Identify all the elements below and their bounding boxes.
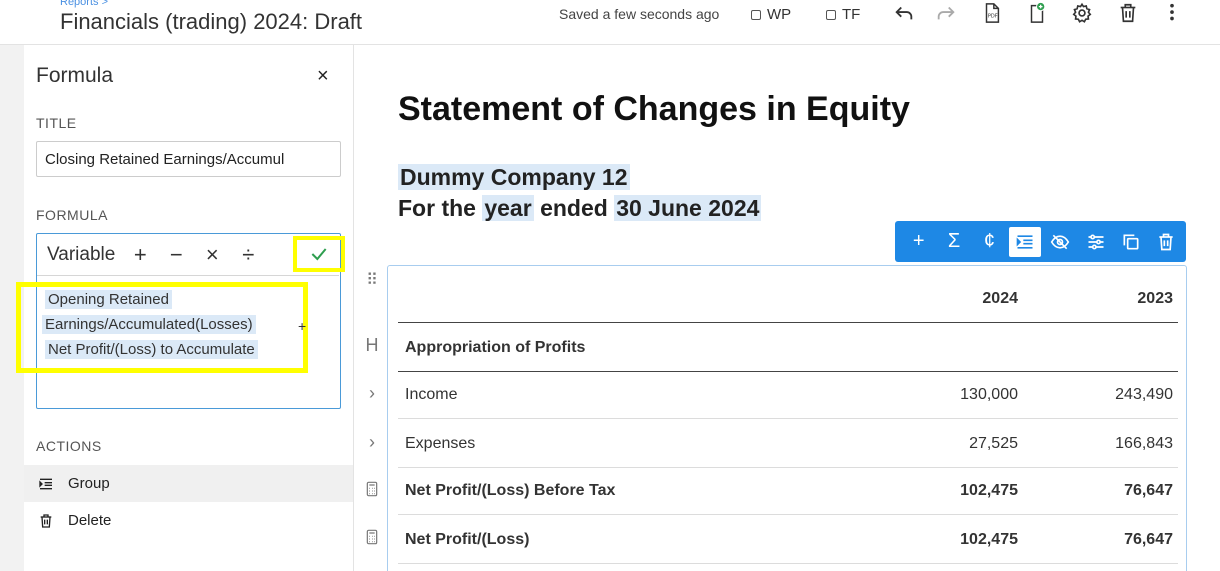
svg-text:PDF: PDF (988, 14, 998, 20)
wp-checkbox[interactable]: WP (751, 6, 791, 23)
pdf-icon[interactable]: PDF (979, 0, 1005, 26)
copy-icon[interactable] (1115, 227, 1146, 257)
row-divider (398, 563, 1178, 564)
row-value-2023: 76,647 (1124, 482, 1173, 499)
indent-icon[interactable] (1009, 226, 1041, 257)
header-divider (398, 322, 1178, 323)
sliders-icon[interactable] (1080, 227, 1111, 257)
undo-icon[interactable] (891, 0, 917, 26)
formula-panel: Formula × TITLE FORMULA Variable + − × ÷… (16, 45, 354, 571)
row-label: Net Profit/(Loss) (405, 531, 530, 548)
row-divider (398, 467, 1178, 468)
wp-checkbox-box[interactable] (751, 9, 761, 20)
title-label: TITLE (36, 115, 77, 131)
trash-icon (40, 513, 52, 528)
actions-label: ACTIONS (36, 438, 102, 454)
calculator-icon[interactable] (362, 481, 382, 502)
period-mid: ended (540, 195, 608, 221)
section-heading-marker[interactable]: H (362, 335, 382, 356)
section-heading: Appropriation of Profits (405, 339, 586, 356)
financial-table: 2024 2023 Appropriation of Profits Incom… (387, 265, 1187, 571)
column-header-2024: 2024 (982, 290, 1018, 307)
row-value-2024: 102,475 (960, 531, 1018, 548)
period-prefix: For the (398, 195, 476, 221)
table-toolbar: + Σ ¢ (895, 221, 1186, 262)
chevron-right-icon[interactable]: › (362, 383, 382, 404)
period-line: For the year ended 30 June 2024 (398, 195, 762, 222)
column-header-2023: 2023 (1137, 290, 1173, 307)
row-value-2023: 243,490 (1115, 386, 1173, 403)
tf-checkbox-box[interactable] (826, 9, 836, 20)
group-action-label: Group (68, 475, 110, 492)
formula-operator: + (298, 318, 307, 334)
delete-action-label: Delete (68, 512, 112, 529)
confirm-button[interactable] (293, 236, 345, 272)
check-icon (311, 248, 327, 261)
row-divider (398, 418, 1178, 419)
row-value-2023: 76,647 (1124, 531, 1173, 548)
trash-icon[interactable] (1115, 0, 1141, 26)
page-title: Financials (trading) 2024: Draft (60, 9, 363, 34)
currency-icon[interactable]: ¢ (974, 227, 1005, 257)
save-status: Saved a few seconds ago (559, 6, 720, 22)
row-value-2024: 27,525 (969, 435, 1018, 452)
row-value-2024: 130,000 (960, 386, 1018, 403)
tf-checkbox[interactable]: TF (826, 6, 860, 23)
company-name-field[interactable]: Dummy Company 12 (398, 164, 630, 190)
variable-button[interactable]: Variable (47, 244, 115, 266)
formula-variable-opening-retained-cont[interactable]: Earnings/Accumulated(Losses) (42, 315, 256, 334)
calculator-icon[interactable] (362, 529, 382, 550)
plus-icon[interactable]: + (903, 227, 934, 257)
more-vertical-icon[interactable] (1159, 0, 1185, 26)
section-divider (398, 371, 1178, 372)
close-icon[interactable]: × (317, 65, 329, 88)
trash-icon[interactable] (1151, 227, 1182, 257)
period-word-field[interactable]: year (482, 195, 534, 221)
row-divider (398, 514, 1178, 515)
indent-icon (39, 478, 52, 489)
multiply-button[interactable]: × (201, 242, 223, 268)
app-header: Reports > Financials (trading) 2024: Dra… (0, 0, 1220, 45)
row-label: Income (405, 386, 458, 403)
panel-title: Formula (36, 64, 114, 87)
divide-button[interactable]: ÷ (237, 242, 259, 268)
tf-checkbox-label: TF (842, 6, 861, 23)
hide-icon[interactable] (1045, 227, 1076, 257)
group-action[interactable]: Group (24, 465, 353, 502)
formula-expression: Opening Retained Earnings/Accumulated(Lo… (16, 282, 308, 373)
wp-checkbox-label: WP (767, 6, 792, 23)
company-name: Dummy Company 12 (398, 164, 630, 191)
row-label: Net Profit/(Loss) Before Tax (405, 482, 616, 499)
breadcrumb[interactable]: Reports > (60, 0, 108, 8)
period-date-field[interactable]: 30 June 2024 (614, 195, 762, 221)
plus-button[interactable]: + (129, 242, 151, 268)
add-document-icon[interactable] (1024, 0, 1050, 26)
delete-action[interactable]: Delete (24, 502, 353, 539)
gear-icon[interactable] (1069, 0, 1095, 26)
formula-variable-opening-retained[interactable]: Opening Retained (45, 290, 172, 309)
row-value-2024: 102,475 (960, 482, 1018, 499)
formula-label: FORMULA (36, 207, 108, 223)
report-title: Statement of Changes in Equity (398, 90, 910, 128)
drag-handle-icon[interactable]: ⠿ (362, 270, 382, 290)
row-label: Expenses (405, 435, 476, 452)
minus-button[interactable]: − (165, 242, 187, 268)
title-input[interactable] (36, 141, 341, 177)
redo-icon[interactable] (933, 0, 959, 26)
row-value-2023: 166,843 (1115, 435, 1173, 452)
formula-variable-net-profit[interactable]: Net Profit/(Loss) to Accumulate (45, 340, 258, 359)
sigma-icon[interactable]: Σ (938, 227, 969, 257)
chevron-right-icon[interactable]: › (362, 432, 382, 453)
